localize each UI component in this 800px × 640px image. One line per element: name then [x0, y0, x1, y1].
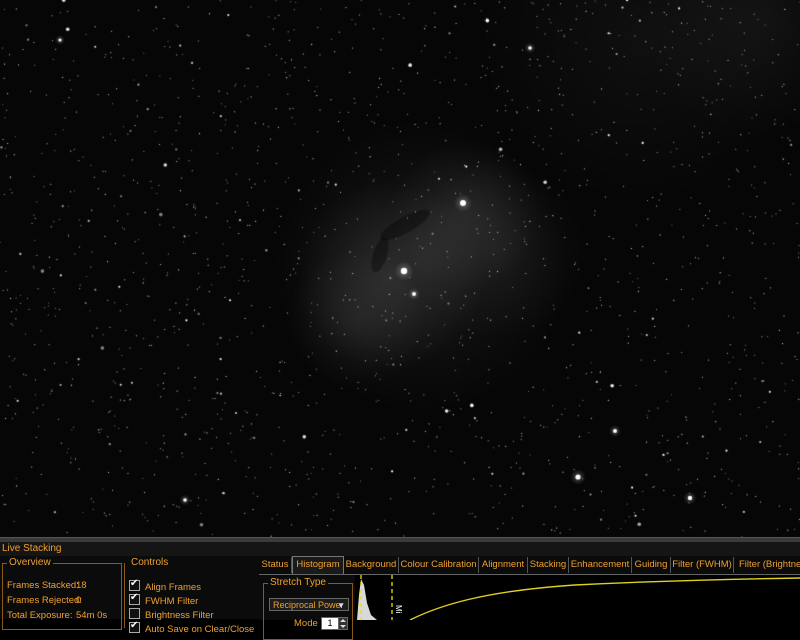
brightness-filter-label: Brightness Filter — [145, 610, 214, 621]
tab-strip: Status Histogram Background Colour Calib… — [259, 556, 800, 574]
frames-stacked-label: Frames Stacked: — [7, 580, 79, 591]
checkbox-icon — [129, 592, 140, 605]
fwhm-filter-label: FWHM Filter — [145, 596, 199, 607]
tab-stacking[interactable]: Stacking — [528, 557, 569, 573]
panel-title: Live Stacking — [2, 543, 62, 554]
tab-histogram[interactable]: Histogram — [292, 556, 344, 574]
frames-rejected-value: 0 — [76, 595, 82, 606]
brightness-filter-checkbox[interactable]: Brightness Filter — [129, 608, 214, 621]
tab-status[interactable]: Status — [259, 557, 292, 573]
controls-group: Controls Align Frames FWHM Filter Bright… — [124, 557, 257, 635]
live-stacking-panel: Overview Frames Stacked: 18 Frames Rejec… — [0, 556, 800, 640]
tab-colour-calibration[interactable]: Colour Calibration — [399, 557, 479, 573]
histogram-tab-content: Stretch Type Reciprocal Power ▼ Mode 1 M… — [259, 574, 800, 640]
checkbox-icon — [129, 578, 140, 591]
live-stacking-titlebar: Live Stacking — [0, 542, 800, 556]
tab-filter-brightness[interactable]: Filter (Brightness) — [734, 557, 800, 573]
controls-legend: Controls — [131, 557, 169, 568]
tab-background[interactable]: Background — [344, 557, 399, 573]
fwhm-filter-checkbox[interactable]: FWHM Filter — [129, 592, 199, 607]
midpoint-marker-label: Mi — [394, 605, 403, 614]
tab-alignment[interactable]: Alignment — [479, 557, 528, 573]
frames-rejected-label: Frames Rejected: — [7, 595, 82, 606]
histogram-graph[interactable]: Mi — [355, 575, 800, 620]
overview-group: Overview Frames Stacked: 18 Frames Rejec… — [2, 558, 122, 630]
align-frames-checkbox[interactable]: Align Frames — [129, 578, 201, 593]
stretch-type-value: Reciprocal Power — [273, 600, 344, 610]
tab-filter-fwhm[interactable]: Filter (FWHM) — [671, 557, 734, 573]
total-exposure-label: Total Exposure: — [7, 610, 73, 621]
mode-label: Mode — [294, 618, 318, 629]
overview-legend: Overview — [9, 557, 51, 568]
stretch-type-group: Stretch Type Reciprocal Power ▼ Mode 1 — [263, 578, 353, 640]
total-exposure-value: 54m 0s — [76, 610, 108, 621]
stretch-type-select[interactable]: Reciprocal Power ▼ — [269, 598, 349, 611]
frames-stacked-value: 18 — [76, 580, 87, 591]
stretch-type-legend: Stretch Type — [270, 577, 326, 588]
chevron-down-icon: ▼ — [337, 601, 345, 610]
stepper-arrows-icon — [340, 619, 346, 628]
auto-save-checkbox[interactable]: Auto Save on Clear/Close — [129, 620, 255, 635]
checkbox-icon — [129, 620, 140, 633]
stacked-image-preview[interactable] — [0, 0, 800, 537]
align-frames-label: Align Frames — [145, 582, 201, 593]
checkbox-icon — [129, 608, 140, 619]
tab-enhancement[interactable]: Enhancement — [569, 557, 632, 573]
tab-guiding[interactable]: Guiding — [632, 557, 671, 573]
auto-save-label: Auto Save on Clear/Close — [145, 624, 255, 635]
